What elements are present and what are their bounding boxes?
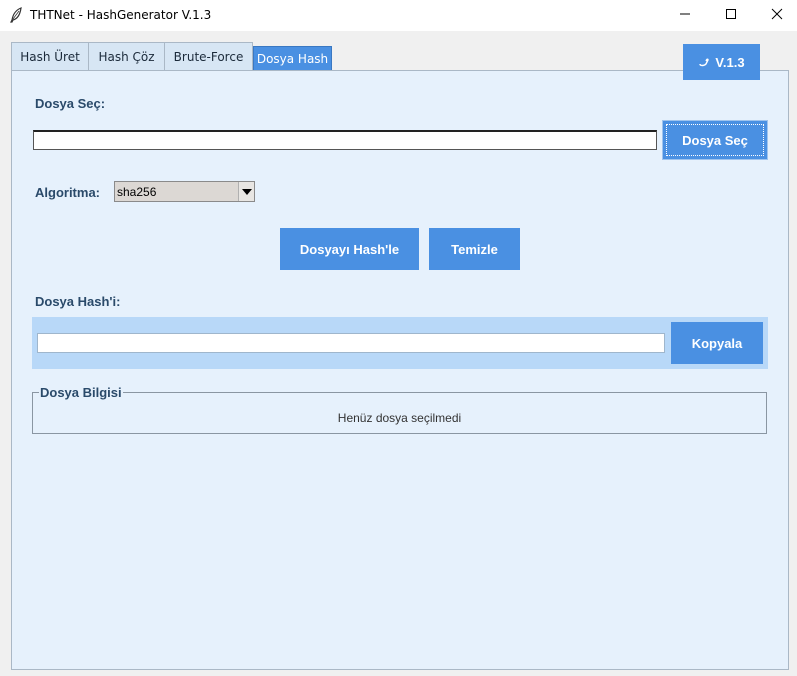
algorithm-select[interactable]: sha256 <box>114 181 255 202</box>
file-hash-output[interactable] <box>37 333 665 353</box>
copy-button-label: Kopyala <box>691 335 743 351</box>
file-path-input[interactable] <box>33 130 657 150</box>
dosya-hash-panel <box>11 70 789 670</box>
hand-icon <box>698 55 710 70</box>
tab-hash-coz[interactable]: Hash Çöz <box>88 42 165 71</box>
file-info-group: Dosya Bilgisi Henüz dosya seçilmedi <box>32 385 767 434</box>
feather-icon <box>9 7 23 23</box>
tab-brute-force[interactable]: Brute-Force <box>164 42 253 71</box>
tab-dosya-hash[interactable]: Dosya Hash <box>253 46 332 71</box>
window-title: THTNet - HashGenerator V.1.3 <box>30 8 212 22</box>
close-button[interactable] <box>754 0 797 31</box>
copy-button[interactable]: Kopyala <box>671 322 763 364</box>
minimize-button[interactable] <box>662 0 708 31</box>
clear-button-label: Temizle <box>451 241 498 257</box>
file-select-label: Dosya Seç: <box>35 96 106 111</box>
select-file-button[interactable]: Dosya Seç <box>662 120 768 160</box>
clear-button[interactable]: Temizle <box>429 228 520 270</box>
file-hash-label: Dosya Hash'i: <box>35 294 121 309</box>
algorithm-selected-value: sha256 <box>117 185 157 199</box>
select-file-button-label: Dosya Seç <box>682 132 748 148</box>
chevron-down-icon[interactable] <box>238 182 254 201</box>
version-badge[interactable]: V.1.3 <box>683 44 760 80</box>
title-bar: THTNet - HashGenerator V.1.3 <box>0 0 797 31</box>
file-info-legend: Dosya Bilgisi <box>39 385 123 400</box>
hash-file-button[interactable]: Dosyayı Hash'le <box>280 228 419 270</box>
algorithm-label: Algoritma: <box>35 185 100 200</box>
tab-hash-uret[interactable]: Hash Üret <box>11 42 89 71</box>
version-label: V.1.3 <box>715 54 745 70</box>
close-icon <box>771 7 783 25</box>
minimize-icon <box>679 7 691 25</box>
maximize-icon <box>725 7 737 25</box>
maximize-button[interactable] <box>708 0 754 31</box>
file-info-status: Henüz dosya seçilmedi <box>337 411 462 425</box>
hash-file-button-label: Dosyayı Hash'le <box>299 241 400 257</box>
